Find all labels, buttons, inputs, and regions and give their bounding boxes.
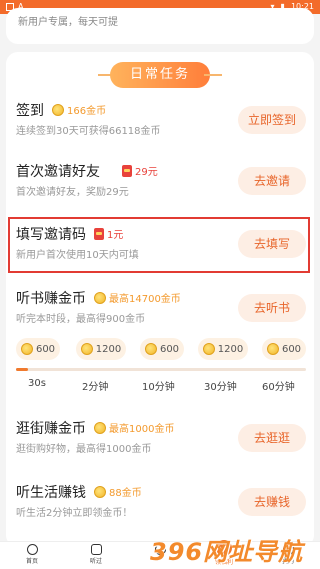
history-icon	[90, 544, 102, 555]
home-icon	[26, 544, 38, 555]
tab-label: 听过	[89, 558, 102, 565]
listen-progress-fill	[16, 368, 28, 371]
task-name: 听书赚金币	[16, 291, 86, 307]
enter-code-button[interactable]: 去填写	[238, 230, 306, 258]
reward-tick-value: 1200	[95, 343, 122, 355]
coin-icon	[94, 485, 106, 498]
task-enter-invite-code: 填写邀请码 1元 新用户首次使用10天内可填 去填写	[16, 222, 306, 268]
time-label: 2分钟	[82, 382, 109, 393]
red-envelope-icon	[94, 227, 104, 240]
section-title-wrap: 日常任务	[98, 62, 222, 88]
task-desc: 首次邀请好友，奖励29元	[16, 187, 129, 198]
task-desc: 逛街购好物，最高得1000金币	[16, 444, 152, 455]
task-desc: 听完本时段，最高得900金币	[16, 314, 146, 325]
invite-button[interactable]: 去邀请	[238, 167, 306, 195]
task-reward-text: 29元	[135, 167, 158, 178]
tab-home[interactable]: 首页	[12, 544, 52, 569]
task-reward-text: 88金币	[109, 488, 142, 499]
coin-icon	[20, 343, 33, 355]
task-reward-text: 1元	[107, 230, 124, 241]
task-name: 签到	[16, 103, 44, 119]
reward-tick[interactable]: 1200	[198, 338, 248, 360]
tab-label: 首页	[25, 558, 38, 565]
reward-tick-value: 1200	[217, 343, 244, 355]
task-invite-friend: 首次邀请好友 29元 首次邀请好友，奖励29元 去邀请	[16, 159, 306, 205]
reward-tick[interactable]: 600	[262, 338, 306, 360]
task-desc: 新用户首次使用10天内可填	[16, 250, 139, 261]
time-label: 10分钟	[142, 382, 175, 393]
title-decoration-right	[204, 74, 222, 76]
coin-icon	[144, 343, 157, 355]
listen-reward-ticks: 600 1200 600 1200 600	[16, 338, 306, 362]
reward-tick[interactable]: 600	[140, 338, 184, 360]
listen-time-labels: 30s 2分钟 10分钟 30分钟 60分钟	[16, 378, 306, 393]
task-reward: 88金币	[94, 484, 142, 499]
task-desc: 听生活2分钟立即领金币！	[16, 508, 133, 519]
task-reward-text: 最高1000金币	[109, 424, 175, 435]
time-label: 30分钟	[204, 382, 237, 393]
shopping-button[interactable]: 去逛逛	[238, 424, 306, 452]
reward-tick-value: 600	[281, 343, 302, 355]
task-shopping: 逛街赚金币 最高1000金币 逛街购好物，最高得1000金币 去逛逛	[16, 416, 306, 462]
task-reward-text: 最高14700金币	[109, 294, 181, 305]
task-reward: 最高14700金币	[94, 290, 181, 305]
red-envelope-icon	[122, 164, 132, 177]
task-name: 首次邀请好友	[16, 164, 100, 180]
section-title: 日常任务	[110, 62, 210, 88]
coin-icon	[202, 343, 215, 355]
reward-tick[interactable]: 600	[16, 338, 60, 360]
watermark-logo: 396网址导航	[150, 538, 304, 566]
task-name: 填写邀请码	[16, 227, 86, 243]
task-listen-book: 听书赚金币 最高14700金币 听完本时段，最高得900金币 去听书	[16, 286, 306, 332]
time-label: 30s	[28, 378, 46, 389]
new-user-text: 新用户专属，每天可提	[18, 17, 118, 28]
new-user-card[interactable]: 新用户专属，每天可提	[6, 8, 314, 44]
tab-listened[interactable]: 听过	[76, 544, 116, 569]
earn-money-button[interactable]: 去赚钱	[238, 488, 306, 516]
task-sign-in: 签到 166金币 连续签到30天可获得66118金币 立即签到	[16, 98, 306, 144]
task-desc: 连续签到30天可获得66118金币	[16, 126, 161, 137]
task-reward: 166金币	[52, 102, 106, 117]
task-name: 听生活赚钱	[16, 485, 86, 501]
coin-icon	[80, 343, 93, 355]
daily-tasks-card: 日常任务 签到 166金币 连续签到30天可获得66118金币 立即签到 首次邀…	[6, 52, 314, 547]
task-reward: 最高1000金币	[94, 420, 174, 435]
sign-in-button[interactable]: 立即签到	[238, 106, 306, 134]
listen-book-button[interactable]: 去听书	[238, 294, 306, 322]
coin-icon	[94, 291, 106, 304]
listen-progress-track	[16, 368, 306, 371]
reward-tick-value: 600	[159, 343, 180, 355]
reward-tick[interactable]: 1200	[76, 338, 126, 360]
coin-icon	[266, 343, 279, 355]
coin-icon	[52, 103, 64, 116]
reward-tick-value: 600	[35, 343, 56, 355]
task-name: 逛街赚金币	[16, 421, 86, 437]
time-label: 60分钟	[262, 382, 295, 393]
coin-icon	[94, 421, 106, 434]
task-reward: 1元	[94, 226, 123, 241]
task-listen-life: 听生活赚钱 88金币 听生活2分钟立即领金币！ 去赚钱	[16, 480, 306, 526]
task-reward: 29元	[122, 163, 158, 178]
task-reward-text: 166金币	[67, 106, 107, 117]
